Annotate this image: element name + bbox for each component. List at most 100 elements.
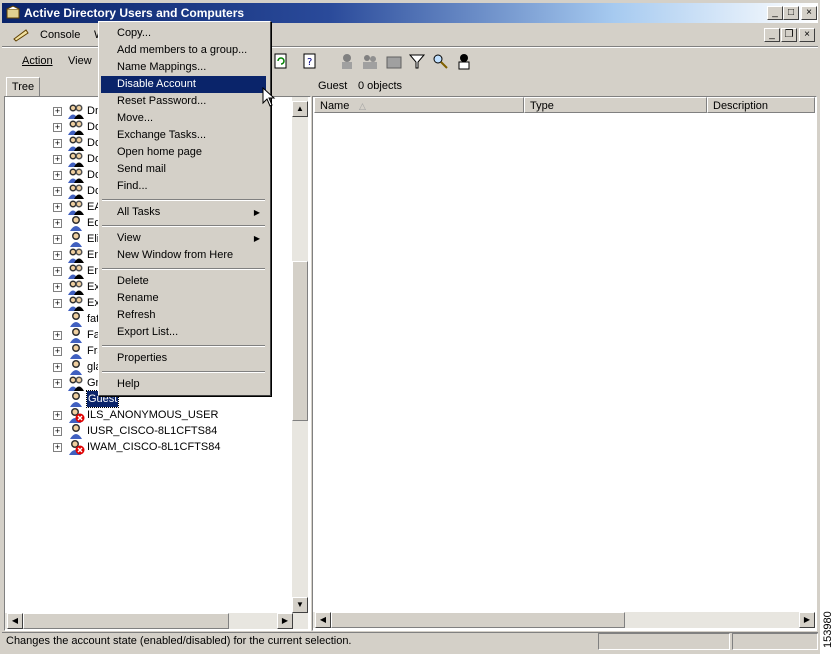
menu-item-move[interactable]: Move... — [101, 110, 266, 127]
menu-item-label: Exchange Tasks... — [117, 129, 207, 141]
new-group-icon[interactable] — [361, 52, 379, 70]
tree-vscroll[interactable]: ▲ ▼ — [292, 97, 308, 613]
tree-item[interactable]: + IUSR_CISCO-8L1CFTS84 — [5, 423, 285, 439]
scroll-up-icon[interactable]: ▲ — [292, 101, 308, 117]
tab-tree[interactable]: Tree — [6, 77, 40, 97]
menu-item-disable-account[interactable]: Disable Account — [101, 76, 266, 93]
add-to-group-icon[interactable] — [455, 52, 473, 70]
expand-icon[interactable]: + — [53, 331, 62, 340]
menu-item-properties[interactable]: Properties — [101, 350, 266, 367]
expand-icon[interactable]: + — [53, 379, 62, 388]
tree-item[interactable]: + ILS_ANONYMOUS_USER — [5, 407, 285, 423]
menu-item-export-list[interactable]: Export List... — [101, 324, 266, 341]
column-type[interactable]: Type — [524, 97, 707, 113]
expand-icon[interactable]: + — [53, 411, 62, 420]
menu-item-new-window-from-here[interactable]: New Window from Here — [101, 247, 266, 264]
column-name-label: Name — [320, 100, 350, 112]
expand-icon[interactable]: + — [53, 203, 62, 212]
menu-item-refresh[interactable]: Refresh — [101, 307, 266, 324]
new-ou-icon[interactable] — [385, 52, 403, 70]
toolbar-view[interactable]: View — [62, 52, 98, 70]
column-description[interactable]: Description — [707, 97, 815, 113]
details-scroll-left-icon[interactable]: ◀ — [315, 612, 331, 628]
expand-icon[interactable]: + — [53, 299, 62, 308]
menu-item-label: Properties — [117, 352, 168, 364]
child-close-button[interactable]: × — [799, 28, 815, 42]
menu-item-view[interactable]: View ▶ — [101, 230, 266, 247]
hscroll-thumb[interactable] — [23, 613, 229, 629]
user-group-icon — [67, 199, 85, 215]
find-icon[interactable] — [431, 52, 449, 70]
user-icon — [67, 423, 85, 439]
menu-separator — [102, 199, 265, 201]
tree-item-label: ILS_ANONYMOUS_USER — [87, 409, 219, 421]
help-icon[interactable]: ? — [301, 52, 319, 70]
menu-console[interactable]: Console — [34, 26, 86, 44]
close-button[interactable]: × — [801, 6, 817, 20]
minimize-button[interactable]: _ — [767, 6, 783, 20]
expand-icon[interactable]: + — [53, 443, 62, 452]
menu-item-exchange-tasks[interactable]: Exchange Tasks... — [101, 127, 266, 144]
expand-icon[interactable]: + — [53, 347, 62, 356]
scroll-down-icon[interactable]: ▼ — [292, 597, 308, 613]
expand-icon[interactable]: + — [53, 123, 62, 132]
column-name[interactable]: Name △ — [314, 97, 524, 113]
user-group-icon — [67, 375, 85, 391]
menu-item-name-mappings[interactable]: Name Mappings... — [101, 59, 266, 76]
user-group-icon — [67, 183, 85, 199]
scroll-right-icon[interactable]: ▶ — [277, 613, 293, 629]
user-icon — [67, 311, 85, 327]
menu-item-label: Delete — [117, 275, 149, 287]
expand-icon[interactable]: + — [53, 139, 62, 148]
maximize-button[interactable]: □ — [783, 6, 799, 20]
menu-item-copy[interactable]: Copy... — [101, 25, 266, 42]
submenu-arrow-icon: ▶ — [253, 234, 260, 243]
scroll-left-icon[interactable]: ◀ — [7, 613, 23, 629]
tree-hscroll[interactable]: ◀ ▶ — [5, 613, 308, 629]
menu-item-help[interactable]: Help — [101, 376, 266, 393]
user-group-icon — [67, 135, 85, 151]
tree-item[interactable]: + IWAM_CISCO-8L1CFTS84 — [5, 439, 285, 455]
details-scroll-right-icon[interactable]: ▶ — [799, 612, 815, 628]
expand-icon[interactable]: + — [53, 267, 62, 276]
menu-item-label: Refresh — [117, 309, 156, 321]
menu-item-find[interactable]: Find... — [101, 178, 266, 195]
menu-item-send-mail[interactable]: Send mail — [101, 161, 266, 178]
menu-item-delete[interactable]: Delete — [101, 273, 266, 290]
sort-ascending-icon: △ — [359, 101, 366, 111]
menu-item-reset-password[interactable]: Reset Password... — [101, 93, 266, 110]
expand-icon[interactable]: + — [53, 187, 62, 196]
title-bar[interactable]: Active Directory Users and Computers _ □… — [2, 3, 818, 23]
expand-icon[interactable]: + — [53, 363, 62, 372]
menu-item-all-tasks[interactable]: All Tasks ▶ — [101, 204, 266, 221]
user-group-icon — [67, 103, 85, 119]
menu-separator — [102, 371, 265, 373]
menu-item-label: Add members to a group... — [117, 44, 248, 56]
menu-item-rename[interactable]: Rename — [101, 290, 266, 307]
submenu-arrow-icon: ▶ — [253, 208, 260, 217]
refresh-icon[interactable] — [272, 52, 290, 70]
new-user-icon[interactable] — [338, 52, 356, 70]
toolbar-action[interactable]: Action — [16, 52, 59, 70]
menu-item-open-home-page[interactable]: Open home page — [101, 144, 266, 161]
expand-icon[interactable]: + — [53, 283, 62, 292]
expand-icon[interactable]: + — [53, 155, 62, 164]
expand-icon[interactable]: + — [53, 171, 62, 180]
menu-item-add-members-to-a-group[interactable]: Add members to a group... — [101, 42, 266, 59]
details-hscroll-thumb[interactable] — [331, 612, 625, 628]
scroll-thumb[interactable] — [292, 261, 308, 421]
filter-icon[interactable] — [408, 52, 426, 70]
child-restore-button[interactable]: ❐ — [781, 28, 797, 42]
details-hscroll[interactable]: ◀ ▶ — [313, 612, 815, 628]
svg-text:?: ? — [307, 57, 312, 68]
details-pane — [312, 96, 817, 631]
expand-icon[interactable]: + — [53, 219, 62, 228]
child-minimize-button[interactable]: _ — [764, 28, 780, 42]
expand-icon[interactable]: + — [53, 107, 62, 116]
context-menu: Copy... Add members to a group... Name Map… — [98, 21, 271, 396]
expand-icon[interactable]: + — [53, 427, 62, 436]
expand-icon[interactable]: + — [53, 251, 62, 260]
menu-item-label: New Window from Here — [117, 249, 234, 261]
status-pane-3 — [732, 633, 818, 650]
expand-icon[interactable]: + — [53, 235, 62, 244]
